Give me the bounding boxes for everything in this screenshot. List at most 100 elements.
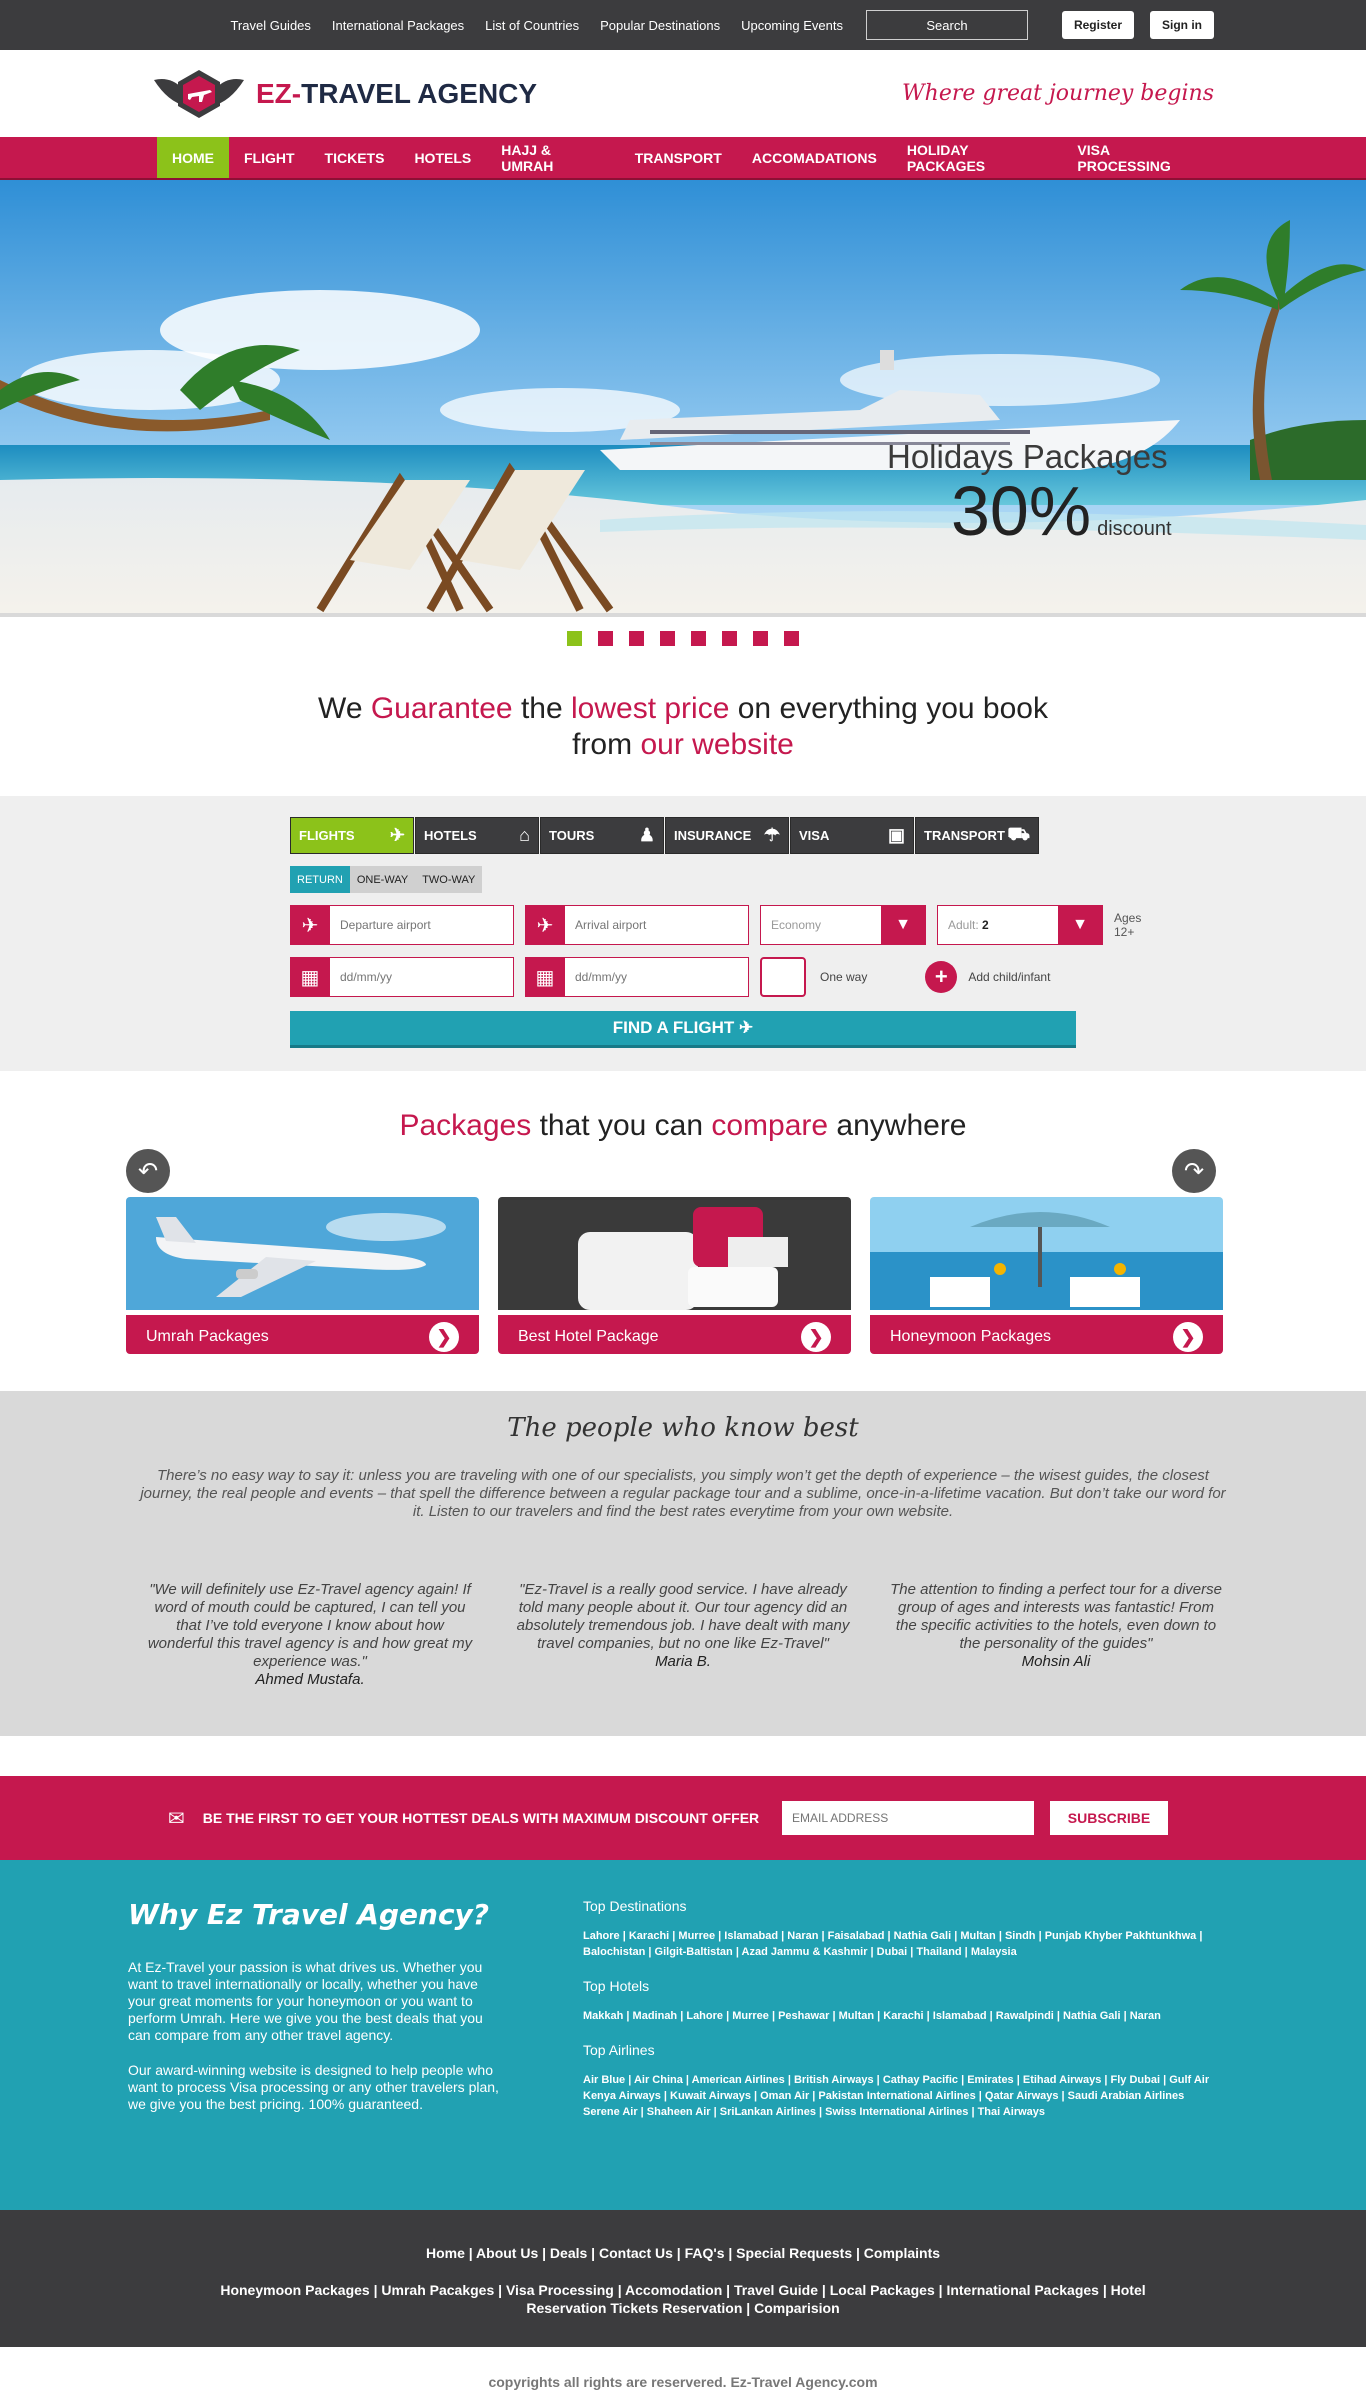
testimonial-text: "We will definitely use Ez-Travel agency… [147, 1581, 473, 1670]
register-button[interactable]: Register [1061, 11, 1134, 39]
slide-dot[interactable] [660, 630, 675, 646]
nav-tickets[interactable]: TICKETS [310, 137, 400, 178]
top-destinations-links[interactable]: Lahore | Karachi | Murree | Islamabad | … [583, 1928, 1223, 1960]
testimonials-section: The people who know best There’s no easy… [0, 1391, 1366, 1736]
prev-arrow-icon[interactable]: ↶ [126, 1149, 170, 1193]
tab-flights[interactable]: FLIGHTS ✈ [290, 817, 414, 854]
footer-links-secondary[interactable]: Honeymoon Packages | Umrah Pacakges | Vi… [203, 2281, 1163, 2317]
why-paragraph: At Ez-Travel your passion is what drives… [128, 1959, 483, 2043]
packages-highlight: compare [711, 1109, 829, 1142]
passport-icon: ▣ [887, 825, 905, 845]
copyright: copyrights all rights are reservered. Ez… [488, 2374, 878, 2390]
one-way-checkbox[interactable] [760, 957, 806, 997]
guarantee-highlight: Guarantee [370, 692, 513, 725]
subscribe-button[interactable]: SUBSCRIBE [1050, 1801, 1168, 1835]
slide-dot[interactable] [722, 630, 737, 646]
testimonial-text: The attention to finding a perfect tour … [890, 1581, 1222, 1652]
top-hotels-heading: Top Hotels [583, 1978, 650, 1994]
nav-flight[interactable]: FLIGHT [229, 137, 310, 178]
hero-discount-label: discount [1097, 518, 1172, 540]
top-link-popular-destinations[interactable]: Popular Destinations [600, 18, 720, 33]
arrow-right-icon: ❯ [1173, 1322, 1203, 1352]
package-card-umrah[interactable]: Umrah Packages ❯ [126, 1197, 479, 1354]
envelope-icon: ✉ [168, 1807, 185, 1830]
nav-transport[interactable]: TRANSPORT [620, 137, 737, 178]
signin-button[interactable]: Sign in [1150, 11, 1214, 39]
top-link-upcoming-events[interactable]: Upcoming Events [741, 18, 843, 33]
tab-label: TOURS [549, 828, 595, 843]
trip-two-way[interactable]: TWO-WAY [415, 866, 483, 893]
top-search-input[interactable] [865, 10, 1028, 40]
logo-plane-badge-icon [154, 69, 244, 118]
nav-home[interactable]: HOME [157, 137, 229, 178]
arrival-airport-input[interactable] [565, 905, 749, 945]
slide-dot[interactable] [598, 630, 613, 646]
bed-icon: ⌂ [519, 825, 530, 845]
depart-date-input[interactable] [330, 957, 514, 997]
umbrella-icon: ☂ [763, 825, 780, 845]
return-date-input[interactable] [565, 957, 749, 997]
slide-dot[interactable] [567, 630, 582, 646]
testimonials-intro: There’s no easy way to say it: unless yo… [140, 1467, 1226, 1520]
testimonial-text: "Ez-Travel is a really good service. I h… [516, 1581, 850, 1652]
tab-insurance[interactable]: INSURANCE ☂ [665, 817, 789, 854]
brand-prefix: EZ- [256, 77, 302, 109]
add-child-plus-icon[interactable]: + [925, 961, 958, 993]
top-link-list-of-countries[interactable]: List of Countries [485, 18, 579, 33]
trip-return[interactable]: RETURN [290, 866, 350, 893]
card-label: Umrah Packages [146, 1328, 269, 1345]
top-link-travel-guides[interactable]: Travel Guides [230, 18, 310, 33]
packages-text: that you can [531, 1109, 712, 1142]
calendar-icon: ▦ [290, 957, 330, 997]
nav-accomadations[interactable]: ACCOMADATIONS [737, 137, 892, 178]
slide-dot[interactable] [629, 630, 644, 646]
why-section: Why Ez Travel Agency? At Ez-Travel your … [0, 1860, 1366, 2210]
guarantee-heading: We Guarantee the lowest price on everyth… [0, 657, 1366, 796]
top-link-international-packages[interactable]: International Packages [332, 18, 464, 33]
hero-title: Holidays Packages [887, 438, 1168, 475]
slide-dot[interactable] [753, 630, 768, 646]
find-flight-button[interactable]: FIND A FLIGHT ✈ [290, 1011, 1076, 1048]
guarantee-text: the [512, 692, 571, 725]
testimonial-author: Maria B. [655, 1653, 711, 1670]
top-airlines-links[interactable]: Air Blue | Air China | American Airlines… [583, 2072, 1223, 2120]
package-card-hotel[interactable]: Best Hotel Package ❯ [498, 1197, 851, 1354]
packages-highlight: Packages [399, 1109, 532, 1142]
trip-one-way[interactable]: ONE-WAY [349, 866, 416, 893]
tab-hotels[interactable]: HOTELS ⌂ [415, 817, 539, 854]
brand[interactable]: EZ-TRAVEL AGENCY [152, 66, 537, 122]
nav-visa-processing[interactable]: VISA PROCESSING [1062, 137, 1219, 178]
class-select[interactable]: Economy ▼ [760, 905, 926, 945]
one-way-label: One way [820, 970, 868, 984]
guarantee-text: We [318, 692, 371, 725]
tab-visa[interactable]: VISA ▣ [790, 817, 914, 854]
hero-discount-number: 30% [951, 472, 1092, 550]
tab-transport[interactable]: TRANSPORT ⛟ [915, 817, 1039, 854]
card-label: Best Hotel Package [518, 1328, 659, 1345]
arrival-plane-icon: ✈ [525, 905, 565, 945]
footer-links-primary[interactable]: Home | About Us | Deals | Contact Us | F… [0, 2210, 1366, 2261]
tab-label: TRANSPORT [924, 828, 1005, 843]
testimonial: "We will definitely use Ez-Travel agency… [144, 1581, 477, 1689]
tab-tours[interactable]: TOURS ♟ [540, 817, 664, 854]
slide-dot[interactable] [691, 630, 706, 646]
arrow-right-icon: ❯ [801, 1322, 831, 1352]
slide-dot[interactable] [784, 630, 799, 646]
package-card-honeymoon[interactable]: Honeymoon Packages ❯ [870, 1197, 1223, 1354]
calendar-icon: ▦ [525, 957, 565, 997]
adult-select[interactable]: Adult: 2 ▼ [937, 905, 1103, 945]
nav-hotels[interactable]: HOTELS [399, 137, 486, 178]
testimonial-author: Ahmed Mustafa. [255, 1671, 365, 1688]
beach-dinner-image [870, 1197, 1223, 1310]
next-arrow-icon[interactable]: ↷ [1172, 1149, 1216, 1193]
nav-holiday-packages[interactable]: HOLIDAY PACKAGES [892, 137, 1063, 178]
adult-label: Adult: [948, 918, 979, 932]
guarantee-highlight: our website [640, 728, 794, 761]
testimonial: The attention to finding a perfect tour … [890, 1581, 1223, 1689]
top-hotels-links[interactable]: Makkah | Madinah | Lahore | Murree | Pes… [583, 2008, 1223, 2024]
nav-hajj-umrah[interactable]: HAJJ & UMRAH [486, 137, 620, 178]
email-input[interactable] [782, 1801, 1034, 1835]
hotel-room-image [498, 1197, 851, 1310]
guarantee-highlight: lowest price [571, 692, 730, 725]
departure-airport-input[interactable] [330, 905, 514, 945]
